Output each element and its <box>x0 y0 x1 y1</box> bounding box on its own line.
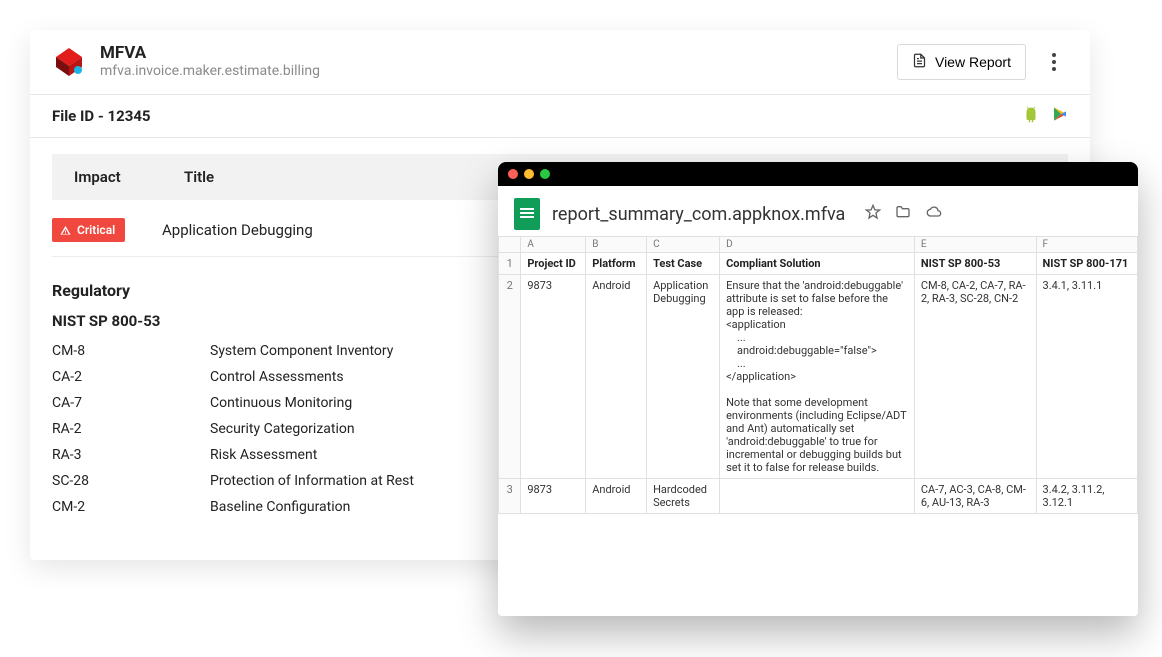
spreadsheet-window: report_summary_com.appknox.mfva <box>498 162 1138 616</box>
data-cell[interactable] <box>720 479 915 514</box>
column-letter[interactable]: F <box>1036 237 1137 253</box>
data-cell[interactable]: 9873 <box>521 479 586 514</box>
android-icon <box>1022 105 1040 127</box>
cloud-icon[interactable] <box>925 204 943 224</box>
sheets-app-icon <box>514 198 540 230</box>
header-cell[interactable]: Platform <box>586 253 647 275</box>
data-cell[interactable]: CA-7, AC-3, CA-8, CM-6, AU-13, RA-3 <box>914 479 1036 514</box>
header-cell[interactable]: Test Case <box>647 253 720 275</box>
file-id-row: File ID - 12345 <box>30 95 1090 138</box>
app-header: MFVA mfva.invoice.maker.estimate.billing… <box>30 30 1090 95</box>
header-cell[interactable]: Project ID <box>521 253 586 275</box>
overflow-menu-button[interactable] <box>1040 45 1068 79</box>
window-titlebar <box>498 162 1138 186</box>
warning-icon <box>60 225 71 236</box>
control-code: SC-28 <box>52 473 210 489</box>
play-store-icon <box>1052 106 1068 126</box>
control-code: CM-8 <box>52 343 210 359</box>
sheet-header: report_summary_com.appknox.mfva <box>498 186 1138 236</box>
window-zoom-icon[interactable] <box>540 169 550 179</box>
data-cell[interactable]: Application Debugging <box>647 275 720 479</box>
corner-cell[interactable] <box>499 237 521 253</box>
severity-badge: Critical <box>52 218 125 242</box>
header-cell[interactable]: NIST SP 800-53 <box>914 253 1036 275</box>
data-cell[interactable]: Android <box>586 479 647 514</box>
document-icon <box>912 53 927 71</box>
app-subtitle: mfva.invoice.maker.estimate.billing <box>100 63 320 80</box>
window-close-icon[interactable] <box>508 169 518 179</box>
data-row[interactable]: 39873AndroidHardcoded Secrets CA-7, AC-3,… <box>499 479 1138 514</box>
window-minimize-icon[interactable] <box>524 169 534 179</box>
header-cell[interactable]: Compliant Solution <box>720 253 915 275</box>
column-letter[interactable]: D <box>720 237 915 253</box>
row-number[interactable]: 3 <box>499 479 521 514</box>
severity-label: Critical <box>77 223 115 237</box>
header-cell[interactable]: NIST SP 800-171 <box>1036 253 1137 275</box>
column-letter[interactable]: A <box>521 237 586 253</box>
sheet-filename[interactable]: report_summary_com.appknox.mfva <box>552 204 845 225</box>
data-cell[interactable]: Android <box>586 275 647 479</box>
column-letter[interactable]: B <box>586 237 647 253</box>
control-code: RA-2 <box>52 421 210 437</box>
column-letter[interactable]: E <box>914 237 1036 253</box>
control-code: CA-7 <box>52 395 210 411</box>
view-report-label: View Report <box>935 54 1011 70</box>
spreadsheet-grid[interactable]: ABCDEF 1Project IDPlatformTest CaseCompl… <box>498 236 1138 514</box>
row-number[interactable]: 1 <box>499 253 521 275</box>
star-icon[interactable] <box>865 204 881 224</box>
app-logo-icon <box>52 45 86 79</box>
control-code: CA-2 <box>52 369 210 385</box>
row-number[interactable]: 2 <box>499 275 521 479</box>
data-cell[interactable]: 9873 <box>521 275 586 479</box>
folder-icon[interactable] <box>895 204 911 224</box>
data-cell[interactable]: Hardcoded Secrets <box>647 479 720 514</box>
data-cell[interactable]: 3.4.1, 3.11.1 <box>1036 275 1137 479</box>
app-title: MFVA <box>100 44 320 63</box>
view-report-button[interactable]: View Report <box>897 44 1026 80</box>
data-cell[interactable]: CM-8, CA-2, CA-7, RA-2, RA-3, SC-28, CN-… <box>914 275 1036 479</box>
column-letter[interactable]: C <box>647 237 720 253</box>
data-row[interactable]: 29873AndroidApplication DebuggingEnsure … <box>499 275 1138 479</box>
control-code: CM-2 <box>52 499 210 515</box>
data-cell[interactable]: Ensure that the 'android:debuggable' att… <box>720 275 915 479</box>
file-id-label: File ID - 12345 <box>52 107 151 125</box>
data-cell[interactable]: 3.4.2, 3.11.2, 3.12.1 <box>1036 479 1137 514</box>
control-code: RA-3 <box>52 447 210 463</box>
column-impact: Impact <box>74 168 184 186</box>
